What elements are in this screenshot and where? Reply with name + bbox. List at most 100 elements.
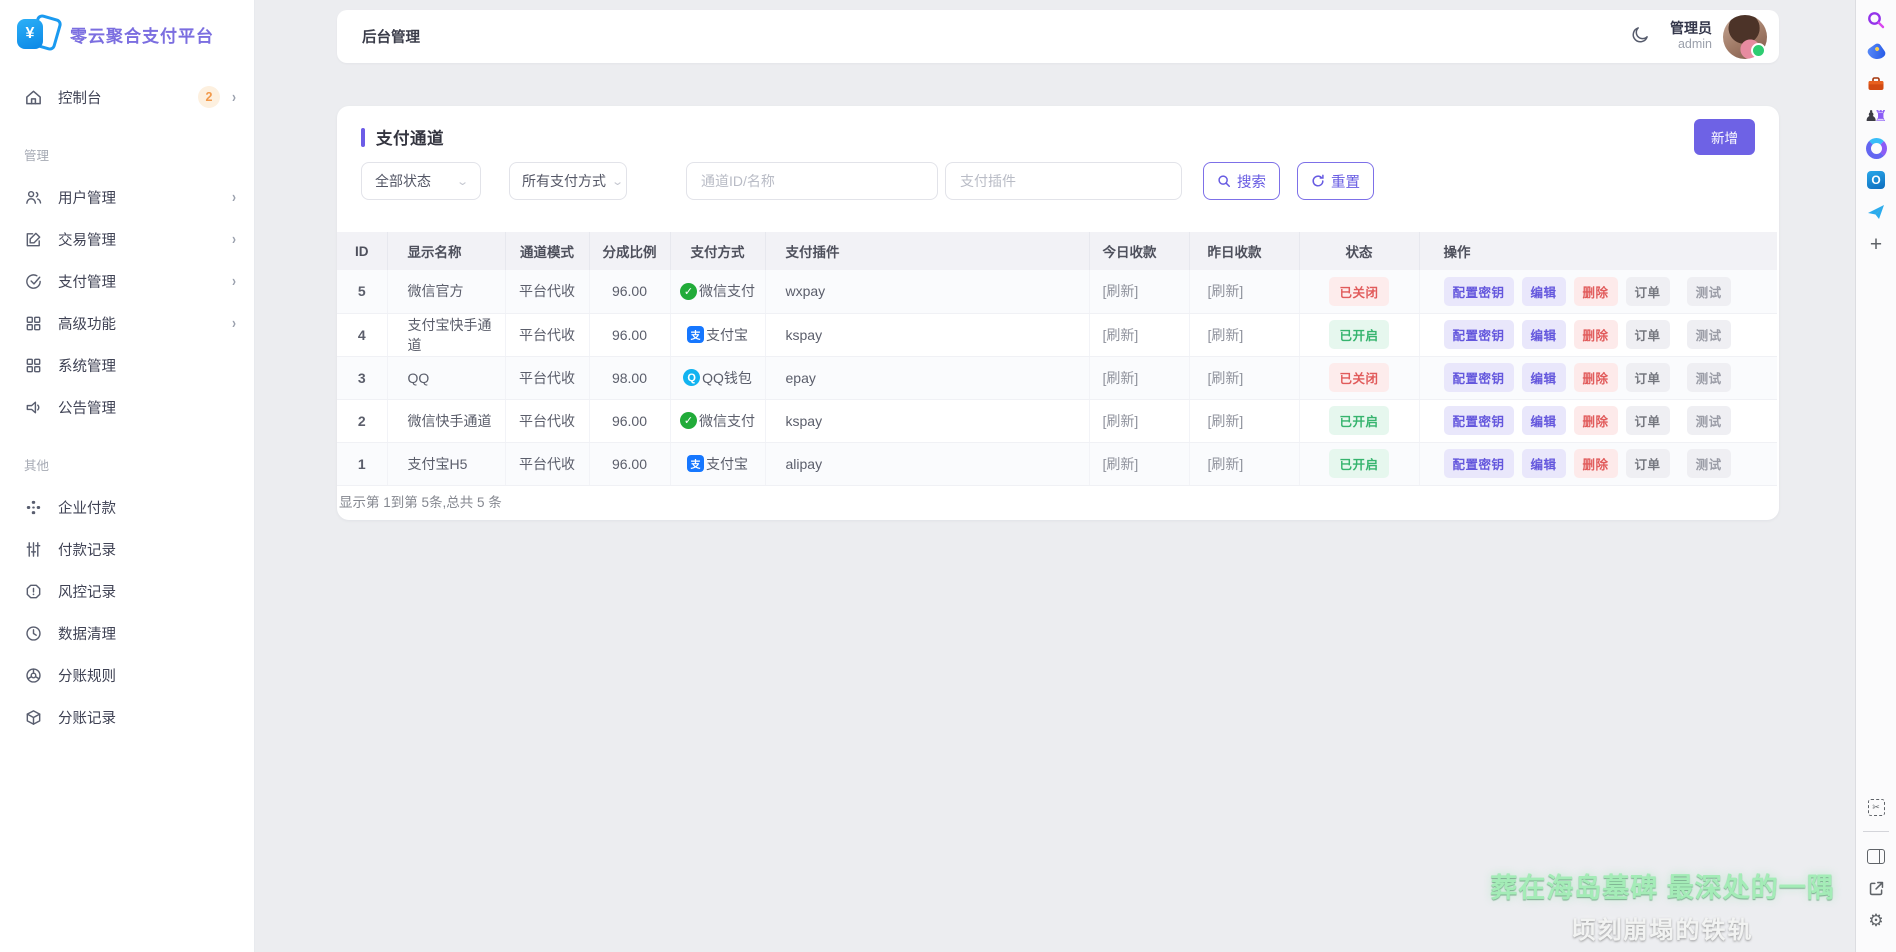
search-icon[interactable]	[1864, 8, 1888, 32]
sidebar-item-data-cleanup[interactable]: 数据清理	[0, 612, 254, 654]
refresh-yesterday-link[interactable]: [刷新]	[1208, 283, 1244, 299]
sidebar-item-dashboard[interactable]: 控制台 2 ›	[0, 76, 254, 118]
refresh-today-link[interactable]: [刷新]	[1103, 456, 1139, 472]
rail-divider	[1863, 831, 1889, 832]
test-button[interactable]: 测试	[1687, 449, 1731, 478]
user-avatar[interactable]	[1723, 15, 1767, 59]
cell-display-name: 支付宝H5	[387, 442, 505, 485]
edit-button[interactable]: 编辑	[1522, 449, 1566, 478]
reset-button[interactable]: 重置	[1297, 162, 1374, 200]
delete-button[interactable]: 删除	[1574, 320, 1618, 349]
test-button[interactable]: 测试	[1687, 363, 1731, 392]
refresh-today-link[interactable]: [刷新]	[1103, 327, 1139, 343]
edit-button[interactable]: 编辑	[1522, 363, 1566, 392]
sidebar-section-label: 管理	[0, 118, 254, 176]
cell-display-name: QQ	[387, 356, 505, 399]
add-icon[interactable]: +	[1864, 232, 1888, 256]
orders-button[interactable]: 订单	[1626, 449, 1670, 478]
sidebar-item-advanced-features[interactable]: 高级功能›	[0, 302, 254, 344]
chevron-right-icon: ›	[232, 188, 236, 206]
edit-button[interactable]: 编辑	[1522, 277, 1566, 306]
cell-channel-mode: 平台代收	[505, 313, 589, 356]
cell-split-ratio: 96.00	[589, 399, 670, 442]
check-circle-icon	[23, 271, 43, 291]
sidebar-item-label: 付款记录	[58, 539, 236, 560]
cell-display-name: 微信快手通道	[387, 399, 505, 442]
table-summary: 显示第 1到第 5条,总共 5 条	[337, 486, 1779, 520]
sidebar-item-payment-management[interactable]: 支付管理›	[0, 260, 254, 302]
table-row: 5微信官方平台代收96.00✓微信支付wxpay[刷新][刷新]已关闭配置密钥编…	[337, 270, 1777, 313]
column-header: 昨日收款	[1189, 232, 1299, 270]
chess-icon[interactable]: ♟♜	[1864, 104, 1888, 128]
sidebar-item-user-management[interactable]: 用户管理›	[0, 176, 254, 218]
refresh-yesterday-link[interactable]: [刷新]	[1208, 327, 1244, 343]
plugin-input[interactable]	[945, 162, 1182, 200]
config-key-button[interactable]: 配置密钥	[1444, 363, 1514, 392]
chevron-right-icon: ›	[232, 88, 236, 106]
refresh-yesterday-link[interactable]: [刷新]	[1208, 370, 1244, 386]
orders-button[interactable]: 订单	[1626, 363, 1670, 392]
refresh-yesterday-link[interactable]: [刷新]	[1208, 456, 1244, 472]
delete-button[interactable]: 删除	[1574, 277, 1618, 306]
cell-actions: 配置密钥编辑删除订单测试	[1419, 270, 1777, 313]
cell-split-ratio: 96.00	[589, 313, 670, 356]
config-key-button[interactable]: 配置密钥	[1444, 277, 1514, 306]
yen-card-logo-icon: ¥	[17, 16, 57, 52]
sidebar-item-split-records[interactable]: 分账记录	[0, 696, 254, 738]
wechat-pay-icon: ✓	[680, 283, 697, 300]
search-button[interactable]: 搜索	[1203, 162, 1280, 200]
config-key-button[interactable]: 配置密钥	[1444, 406, 1514, 435]
sidebar-item-label: 支付管理	[58, 271, 232, 292]
column-header: 分成比例	[589, 232, 670, 270]
cell-payment-method: 支支付宝	[670, 442, 765, 485]
payment-channel-table: ID显示名称通道模式分成比例支付方式支付插件今日收款昨日收款状态操作 5微信官方…	[337, 232, 1777, 486]
screenshot-icon[interactable]: ✂	[1864, 795, 1888, 819]
telegram-icon[interactable]	[1864, 200, 1888, 224]
delete-button[interactable]: 删除	[1574, 406, 1618, 435]
refresh-today-link[interactable]: [刷新]	[1103, 370, 1139, 386]
cell-status: 已关闭	[1299, 356, 1419, 399]
config-key-button[interactable]: 配置密钥	[1444, 320, 1514, 349]
add-button[interactable]: 新增	[1694, 119, 1755, 155]
edit-button[interactable]: 编辑	[1522, 406, 1566, 435]
sidebar-item-payment-records[interactable]: 付款记录	[0, 528, 254, 570]
config-key-button[interactable]: 配置密钥	[1444, 449, 1514, 478]
sidebar-item-system-management[interactable]: 系统管理	[0, 344, 254, 386]
sidebar-item-risk-records[interactable]: 风控记录	[0, 570, 254, 612]
edit-button[interactable]: 编辑	[1522, 320, 1566, 349]
channel-id-input[interactable]	[686, 162, 938, 200]
sidebar-item-announcement-management[interactable]: 公告管理	[0, 386, 254, 428]
cell-display-name: 支付宝快手通道	[387, 313, 505, 356]
package-icon	[23, 707, 43, 727]
refresh-today-link[interactable]: [刷新]	[1103, 413, 1139, 429]
tag-icon[interactable]	[1864, 40, 1888, 64]
sidebar-item-enterprise-payment[interactable]: 企业付款	[0, 486, 254, 528]
delete-button[interactable]: 删除	[1574, 449, 1618, 478]
test-button[interactable]: 测试	[1687, 320, 1731, 349]
refresh-today-link[interactable]: [刷新]	[1103, 283, 1139, 299]
outlook-icon[interactable]: O	[1864, 168, 1888, 192]
payment-method-filter-select[interactable]: 所有支付方式 ⌄	[509, 162, 627, 200]
delete-button[interactable]: 删除	[1574, 363, 1618, 392]
top-header-bar: 后台管理 管理员 admin	[337, 10, 1779, 63]
speaker-icon	[23, 397, 43, 417]
external-link-icon[interactable]	[1864, 876, 1888, 900]
orders-button[interactable]: 订单	[1626, 320, 1670, 349]
settings-icon[interactable]: ⚙	[1864, 908, 1888, 932]
orders-button[interactable]: 订单	[1626, 406, 1670, 435]
split-view-icon[interactable]	[1864, 844, 1888, 868]
loop-icon[interactable]	[1864, 136, 1888, 160]
refresh-yesterday-link[interactable]: [刷新]	[1208, 413, 1244, 429]
test-button[interactable]: 测试	[1687, 406, 1731, 435]
test-button[interactable]: 测试	[1687, 277, 1731, 306]
sidebar-item-split-rules[interactable]: 分账规则	[0, 654, 254, 696]
wechat-pay-icon: ✓	[680, 412, 697, 429]
cell-split-ratio: 96.00	[589, 270, 670, 313]
sidebar-item-transaction-management[interactable]: 交易管理›	[0, 218, 254, 260]
dark-mode-toggle[interactable]	[1630, 25, 1650, 48]
orders-button[interactable]: 订单	[1626, 277, 1670, 306]
status-filter-select[interactable]: 全部状态 ⌄	[361, 162, 481, 200]
toolbox-icon[interactable]	[1864, 72, 1888, 96]
payment-channel-panel: 支付通道 新增 全部状态 ⌄ 所有支付方式 ⌄ 搜索	[337, 106, 1779, 520]
column-header: 支付插件	[765, 232, 1089, 270]
